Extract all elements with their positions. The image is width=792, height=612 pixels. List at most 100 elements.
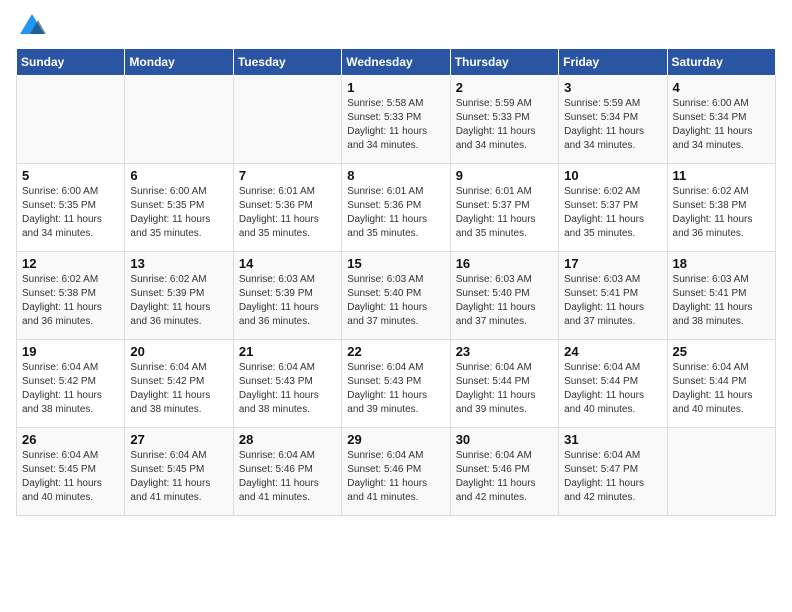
day-number: 3 bbox=[564, 80, 661, 95]
day-info: Sunrise: 5:59 AM Sunset: 5:34 PM Dayligh… bbox=[564, 97, 661, 153]
calendar-day-cell: 13 Sunrise: 6:02 AM Sunset: 5:39 PM Dayli… bbox=[125, 252, 233, 340]
logo-icon bbox=[18, 12, 46, 40]
day-info: Sunrise: 6:04 AM Sunset: 5:46 PM Dayligh… bbox=[239, 449, 336, 505]
calendar-day-cell: 2 Sunrise: 5:59 AM Sunset: 5:33 PM Daylig… bbox=[450, 76, 558, 164]
day-info: Sunrise: 5:59 AM Sunset: 5:33 PM Dayligh… bbox=[456, 97, 553, 153]
day-number: 27 bbox=[130, 432, 227, 447]
day-info: Sunrise: 6:04 AM Sunset: 5:44 PM Dayligh… bbox=[564, 361, 661, 417]
day-info: Sunrise: 6:01 AM Sunset: 5:36 PM Dayligh… bbox=[347, 185, 444, 241]
calendar-day-cell: 1 Sunrise: 5:58 AM Sunset: 5:33 PM Daylig… bbox=[342, 76, 450, 164]
calendar-day-cell: 29 Sunrise: 6:04 AM Sunset: 5:46 PM Dayli… bbox=[342, 428, 450, 516]
day-number: 30 bbox=[456, 432, 553, 447]
calendar-day-cell: 19 Sunrise: 6:04 AM Sunset: 5:42 PM Dayli… bbox=[17, 340, 125, 428]
calendar-week-row: 5 Sunrise: 6:00 AM Sunset: 5:35 PM Daylig… bbox=[17, 164, 776, 252]
calendar-week-row: 12 Sunrise: 6:02 AM Sunset: 5:38 PM Dayli… bbox=[17, 252, 776, 340]
day-number: 14 bbox=[239, 256, 336, 271]
weekday-header-cell: Thursday bbox=[450, 49, 558, 76]
calendar-table: SundayMondayTuesdayWednesdayThursdayFrid… bbox=[16, 48, 776, 516]
calendar-day-cell: 11 Sunrise: 6:02 AM Sunset: 5:38 PM Dayli… bbox=[667, 164, 775, 252]
calendar-week-row: 26 Sunrise: 6:04 AM Sunset: 5:45 PM Dayli… bbox=[17, 428, 776, 516]
calendar-day-cell: 6Sunrise: 6:00 AM Sunset: 5:35 PM Daylig… bbox=[125, 164, 233, 252]
calendar-day-cell: 17 Sunrise: 6:03 AM Sunset: 5:41 PM Dayli… bbox=[559, 252, 667, 340]
day-info: Sunrise: 6:04 AM Sunset: 5:43 PM Dayligh… bbox=[347, 361, 444, 417]
calendar-day-cell: 8Sunrise: 6:01 AM Sunset: 5:36 PM Daylig… bbox=[342, 164, 450, 252]
calendar-day-cell: 23Sunrise: 6:04 AM Sunset: 5:44 PM Dayli… bbox=[450, 340, 558, 428]
calendar-day-cell: 22 Sunrise: 6:04 AM Sunset: 5:43 PM Dayli… bbox=[342, 340, 450, 428]
day-info: Sunrise: 6:02 AM Sunset: 5:37 PM Dayligh… bbox=[564, 185, 661, 241]
calendar-day-cell: 10 Sunrise: 6:02 AM Sunset: 5:37 PM Dayli… bbox=[559, 164, 667, 252]
day-number: 28 bbox=[239, 432, 336, 447]
calendar-day-cell: 26 Sunrise: 6:04 AM Sunset: 5:45 PM Dayli… bbox=[17, 428, 125, 516]
calendar-day-cell: 16 Sunrise: 6:03 AM Sunset: 5:40 PM Dayli… bbox=[450, 252, 558, 340]
day-number: 21 bbox=[239, 344, 336, 359]
calendar-day-cell: 15Sunrise: 6:03 AM Sunset: 5:40 PM Dayli… bbox=[342, 252, 450, 340]
day-number: 11 bbox=[673, 168, 770, 183]
calendar-day-cell: 21Sunrise: 6:04 AM Sunset: 5:43 PM Dayli… bbox=[233, 340, 341, 428]
calendar-body: 1 Sunrise: 5:58 AM Sunset: 5:33 PM Daylig… bbox=[17, 76, 776, 516]
day-info: Sunrise: 6:04 AM Sunset: 5:44 PM Dayligh… bbox=[673, 361, 770, 417]
day-info: Sunrise: 6:03 AM Sunset: 5:41 PM Dayligh… bbox=[673, 273, 770, 329]
day-number: 6 bbox=[130, 168, 227, 183]
day-info: Sunrise: 6:02 AM Sunset: 5:39 PM Dayligh… bbox=[130, 273, 227, 329]
calendar-day-cell bbox=[233, 76, 341, 164]
weekday-header-cell: Monday bbox=[125, 49, 233, 76]
day-info: Sunrise: 6:04 AM Sunset: 5:42 PM Dayligh… bbox=[130, 361, 227, 417]
day-info: Sunrise: 6:04 AM Sunset: 5:47 PM Dayligh… bbox=[564, 449, 661, 505]
logo bbox=[16, 16, 46, 40]
day-number: 19 bbox=[22, 344, 119, 359]
calendar-day-cell: 9Sunrise: 6:01 AM Sunset: 5:37 PM Daylig… bbox=[450, 164, 558, 252]
weekday-header-cell: Wednesday bbox=[342, 49, 450, 76]
calendar-day-cell: 5 Sunrise: 6:00 AM Sunset: 5:35 PM Daylig… bbox=[17, 164, 125, 252]
day-number: 9 bbox=[456, 168, 553, 183]
day-info: Sunrise: 6:02 AM Sunset: 5:38 PM Dayligh… bbox=[22, 273, 119, 329]
calendar-day-cell: 28 Sunrise: 6:04 AM Sunset: 5:46 PM Dayli… bbox=[233, 428, 341, 516]
day-info: Sunrise: 6:04 AM Sunset: 5:44 PM Dayligh… bbox=[456, 361, 553, 417]
calendar-day-cell: 24 Sunrise: 6:04 AM Sunset: 5:44 PM Dayli… bbox=[559, 340, 667, 428]
weekday-header-cell: Tuesday bbox=[233, 49, 341, 76]
day-info: Sunrise: 6:04 AM Sunset: 5:45 PM Dayligh… bbox=[22, 449, 119, 505]
day-info: Sunrise: 6:02 AM Sunset: 5:38 PM Dayligh… bbox=[673, 185, 770, 241]
day-info: Sunrise: 6:00 AM Sunset: 5:34 PM Dayligh… bbox=[673, 97, 770, 153]
day-info: Sunrise: 6:03 AM Sunset: 5:41 PM Dayligh… bbox=[564, 273, 661, 329]
day-number: 13 bbox=[130, 256, 227, 271]
day-number: 12 bbox=[22, 256, 119, 271]
calendar-week-row: 19 Sunrise: 6:04 AM Sunset: 5:42 PM Dayli… bbox=[17, 340, 776, 428]
day-info: Sunrise: 5:58 AM Sunset: 5:33 PM Dayligh… bbox=[347, 97, 444, 153]
day-number: 20 bbox=[130, 344, 227, 359]
calendar-day-cell: 20 Sunrise: 6:04 AM Sunset: 5:42 PM Dayli… bbox=[125, 340, 233, 428]
day-number: 18 bbox=[673, 256, 770, 271]
calendar-day-cell: 7Sunrise: 6:01 AM Sunset: 5:36 PM Daylig… bbox=[233, 164, 341, 252]
day-number: 24 bbox=[564, 344, 661, 359]
day-info: Sunrise: 6:00 AM Sunset: 5:35 PM Dayligh… bbox=[22, 185, 119, 241]
day-number: 25 bbox=[673, 344, 770, 359]
day-number: 2 bbox=[456, 80, 553, 95]
day-number: 1 bbox=[347, 80, 444, 95]
day-info: Sunrise: 6:04 AM Sunset: 5:46 PM Dayligh… bbox=[347, 449, 444, 505]
calendar-day-cell: 27Sunrise: 6:04 AM Sunset: 5:45 PM Dayli… bbox=[125, 428, 233, 516]
weekday-header-cell: Friday bbox=[559, 49, 667, 76]
day-number: 7 bbox=[239, 168, 336, 183]
day-info: Sunrise: 6:03 AM Sunset: 5:40 PM Dayligh… bbox=[456, 273, 553, 329]
weekday-header-row: SundayMondayTuesdayWednesdayThursdayFrid… bbox=[17, 49, 776, 76]
day-info: Sunrise: 6:03 AM Sunset: 5:39 PM Dayligh… bbox=[239, 273, 336, 329]
calendar-day-cell: 30Sunrise: 6:04 AM Sunset: 5:46 PM Dayli… bbox=[450, 428, 558, 516]
day-number: 22 bbox=[347, 344, 444, 359]
calendar-week-row: 1 Sunrise: 5:58 AM Sunset: 5:33 PM Daylig… bbox=[17, 76, 776, 164]
calendar-day-cell: 4 Sunrise: 6:00 AM Sunset: 5:34 PM Daylig… bbox=[667, 76, 775, 164]
day-number: 4 bbox=[673, 80, 770, 95]
calendar-day-cell: 14 Sunrise: 6:03 AM Sunset: 5:39 PM Dayli… bbox=[233, 252, 341, 340]
day-info: Sunrise: 6:04 AM Sunset: 5:42 PM Dayligh… bbox=[22, 361, 119, 417]
day-number: 17 bbox=[564, 256, 661, 271]
day-number: 10 bbox=[564, 168, 661, 183]
day-number: 26 bbox=[22, 432, 119, 447]
page-header bbox=[16, 16, 776, 40]
day-number: 29 bbox=[347, 432, 444, 447]
day-number: 16 bbox=[456, 256, 553, 271]
calendar-day-cell: 25 Sunrise: 6:04 AM Sunset: 5:44 PM Dayli… bbox=[667, 340, 775, 428]
day-number: 5 bbox=[22, 168, 119, 183]
weekday-header-cell: Sunday bbox=[17, 49, 125, 76]
day-info: Sunrise: 6:03 AM Sunset: 5:40 PM Dayligh… bbox=[347, 273, 444, 329]
calendar-day-cell: 3 Sunrise: 5:59 AM Sunset: 5:34 PM Daylig… bbox=[559, 76, 667, 164]
day-number: 31 bbox=[564, 432, 661, 447]
calendar-day-cell bbox=[17, 76, 125, 164]
